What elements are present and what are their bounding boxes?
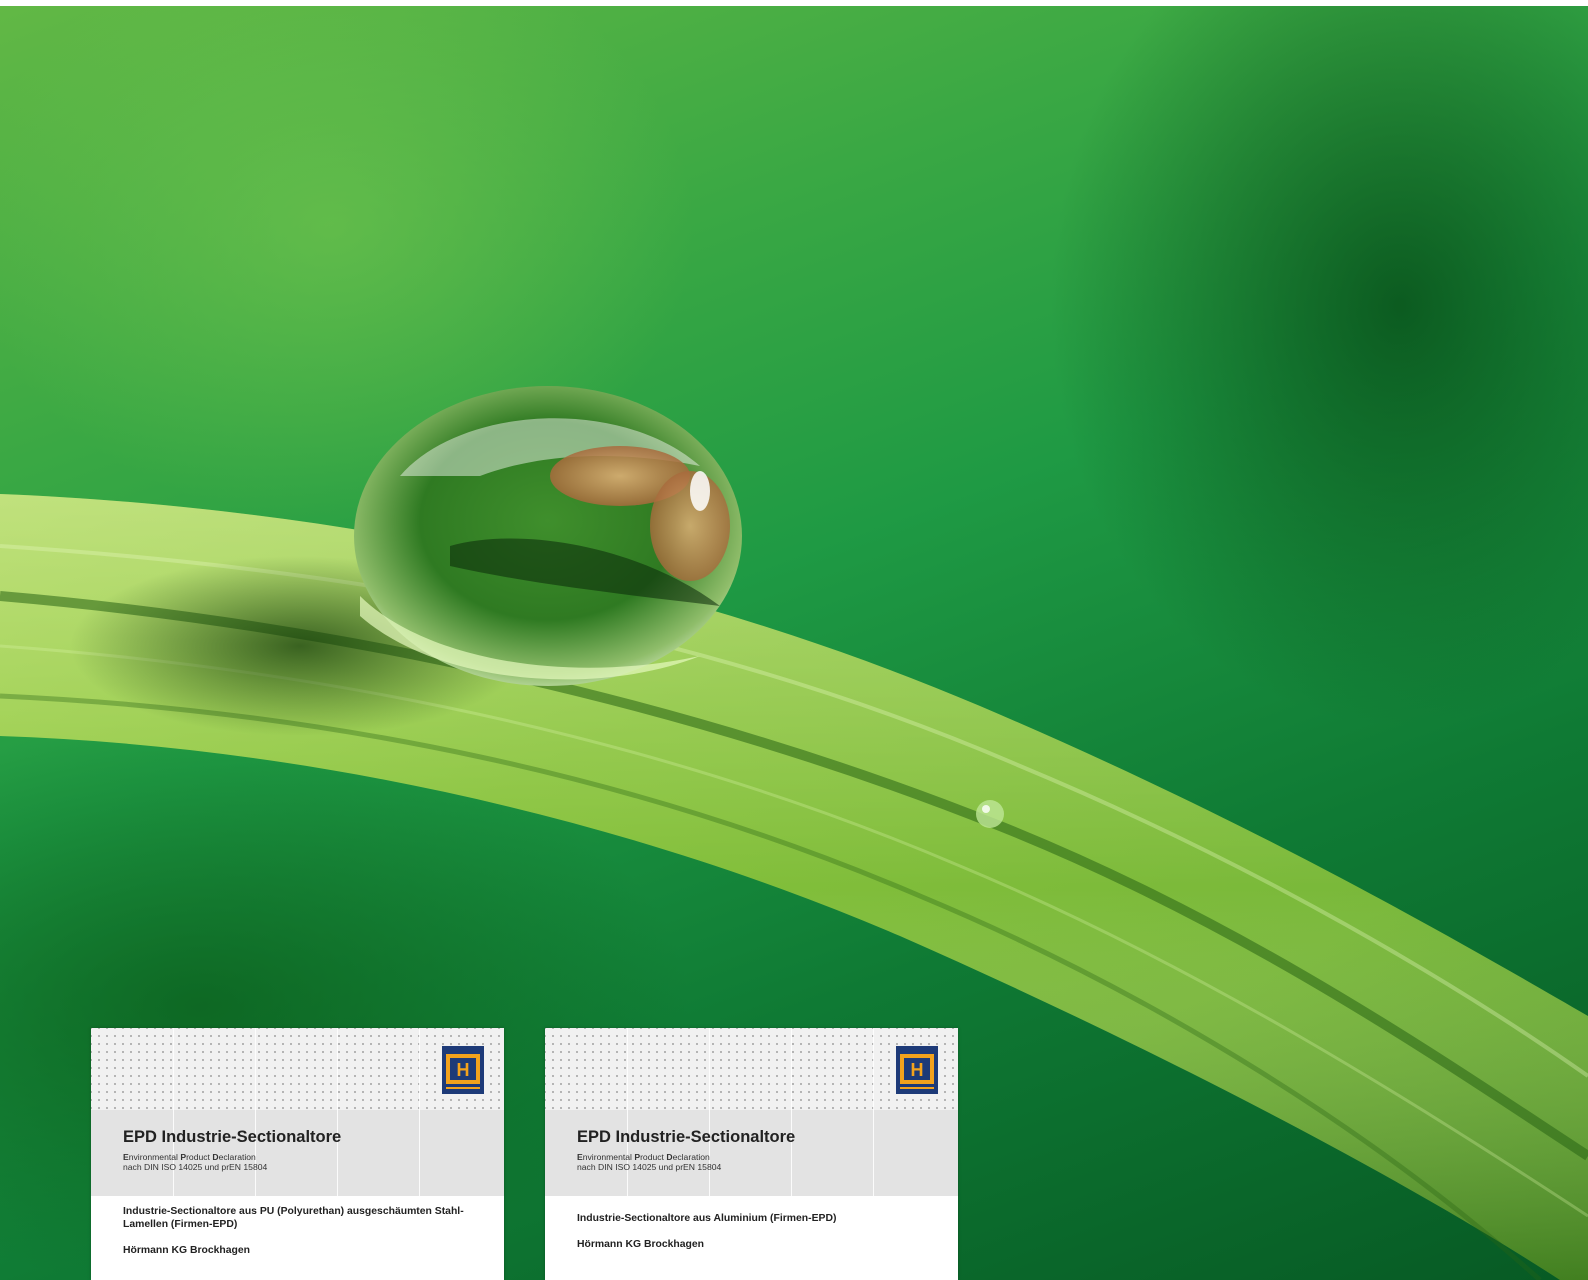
- epd-definition-line: Environmental Product Declaration: [577, 1152, 710, 1162]
- epd-definition-line: Environmental Product Declaration: [123, 1152, 256, 1162]
- svg-text:H: H: [457, 1060, 470, 1080]
- epd-cover-card-steel: H EPD Industrie-Sectionaltore Environmen…: [91, 1028, 504, 1280]
- card-info-band: [545, 1196, 958, 1280]
- epd-cover-card-aluminium: H EPD Industrie-Sectionaltore Environmen…: [545, 1028, 958, 1280]
- card-subtitle: Environmental Product Declaration nach D…: [577, 1152, 721, 1172]
- norm-line: nach DIN ISO 14025 und prEN 15804: [123, 1162, 268, 1172]
- hoermann-logo-icon: H: [896, 1046, 938, 1094]
- company-name: Hörmann KG Brockhagen: [123, 1245, 251, 1256]
- company-name: Hörmann KG Brockhagen: [577, 1239, 705, 1250]
- card-title: EPD Industrie-Sectionaltore: [577, 1128, 796, 1146]
- card-title: EPD Industrie-Sectionaltore: [123, 1128, 342, 1146]
- svg-text:H: H: [911, 1060, 924, 1080]
- product-description: Industrie-Sectionaltore aus Aluminium (F…: [577, 1213, 837, 1224]
- norm-line: nach DIN ISO 14025 und prEN 15804: [577, 1162, 722, 1172]
- page: H EPD Industrie-Sectionaltore Environmen…: [0, 0, 1588, 1280]
- card-subtitle: Environmental Product Declaration nach D…: [123, 1152, 267, 1172]
- hoermann-logo-icon: H: [442, 1046, 484, 1094]
- product-description: Industrie-Sectionaltore aus PU (Polyuret…: [123, 1206, 464, 1230]
